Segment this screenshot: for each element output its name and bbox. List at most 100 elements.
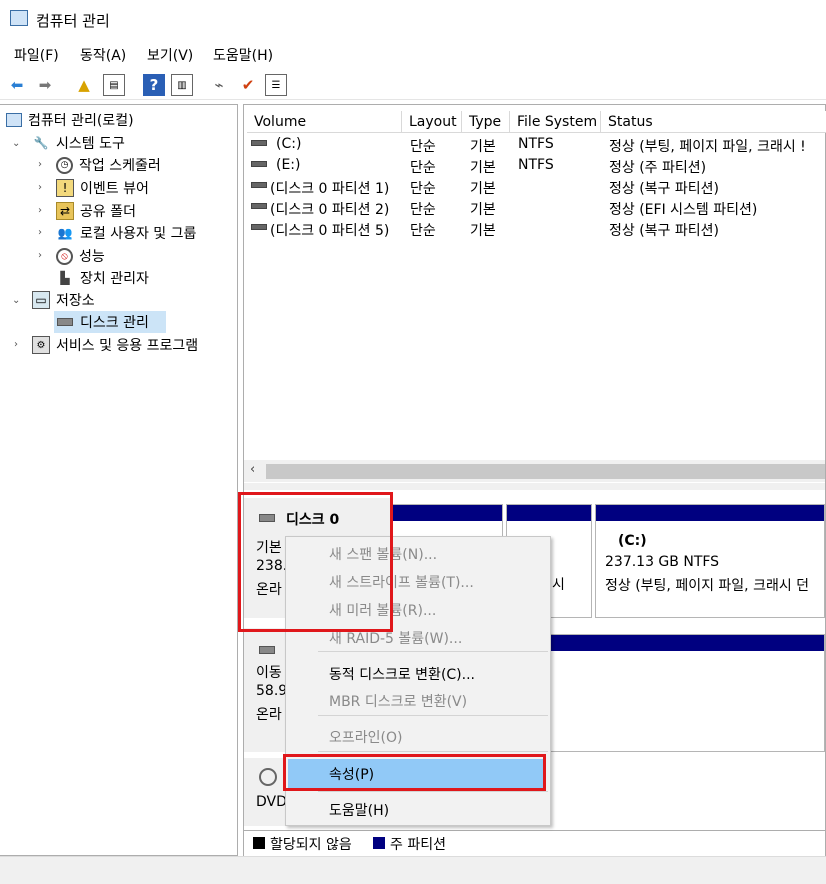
c-partition-block[interactable]: (C:) 237.13 GB NTFS 정상 (부팅, 페이지 파일, 크래시 … [595,504,825,618]
storage-icon: ▭ [32,291,50,309]
chevron-down-icon[interactable]: ⌄ [12,295,20,306]
filesystem-cell: NTFS [518,157,554,173]
column-header-volume[interactable]: Volume [247,111,402,133]
menu-action[interactable]: 동작(A) [80,45,126,65]
menu-item-help[interactable]: 도움말(H) [329,800,389,820]
tree-label: 서비스 및 응용 프로그램 [56,338,199,354]
horizontal-scrollbar[interactable]: ‹ [244,460,825,482]
filesystem-cell: NTFS [518,136,554,152]
tree-item-shared-folders[interactable]: ⇄ 공유 폴더 [56,200,136,222]
type-cell: 기본 [470,223,496,239]
drive-icon [251,140,267,146]
volume-cell: (C:) [276,136,302,152]
layout-cell: 단순 [410,181,436,197]
clock-icon: ◷ [56,156,73,174]
tree-label: 저장소 [56,293,95,309]
column-header-type[interactable]: Type [462,111,510,133]
navigation-tree: 컴퓨터 관리(로컬) ⌄ 🔧 시스템 도구 › ◷ 작업 스케줄러 › ! 이벤… [0,104,238,856]
tree-item-storage[interactable]: ▭ 저장소 [32,289,95,311]
disk0-callout-box [238,492,393,632]
type-cell: 기본 [470,181,496,197]
menu-item-convert-mbr[interactable]: MBR 디스크로 변환(V) [329,691,467,711]
no-entry-icon: ⦸ [56,247,73,265]
drive-icon [251,203,267,209]
connect-icon[interactable]: ⌁ [208,74,230,96]
scrollbar-thumb[interactable] [266,464,825,479]
layout-cell: 단순 [410,160,436,176]
shared-folder-icon: ⇄ [56,202,74,220]
chevron-right-icon[interactable]: › [38,227,42,238]
tree-item-system-tools[interactable]: 🔧 시스템 도구 [32,132,125,154]
column-header-filesystem[interactable]: File System [510,111,601,133]
partition-status: 정상 (부팅, 페이지 파일, 크래시 던 [605,578,810,594]
layout-cell: 단순 [410,223,436,239]
event-log-icon: ! [56,179,74,197]
check-icon[interactable]: ✔ [237,74,259,96]
back-arrow-icon[interactable]: ⬅ [6,74,28,96]
dvd-drive-icon [259,768,277,786]
table-row[interactable]: (E:) 단순 기본 NTFS 정상 (주 파티션) [244,155,826,176]
properties-callout-box [283,754,546,791]
tree-item-event-viewer[interactable]: ! 이벤트 뷰어 [56,177,149,199]
layout-cell: 단순 [410,202,436,218]
menu-item-offline[interactable]: 오프라인(O) [329,727,402,747]
partition-label: (C:) [618,533,647,549]
volume-cell: (디스크 0 파티션 1) [270,181,390,197]
drive-icon [251,182,267,188]
window-title: 컴퓨터 관리 [36,12,110,30]
volume-cell: (디스크 0 파티션 5) [270,223,390,239]
menu-view[interactable]: 보기(V) [147,45,193,65]
help-icon[interactable]: ? [143,74,165,96]
menu-item-convert-dynamic[interactable]: 동적 디스크로 변환(C)... [329,664,475,684]
unallocated-swatch [253,837,265,849]
tree-item-root[interactable]: 컴퓨터 관리(로컬) [6,109,134,131]
forward-arrow-icon[interactable]: ➡ [34,74,56,96]
scroll-left-icon[interactable]: ‹ [250,462,255,477]
menu-bar: 파일(F) 동작(A) 보기(V) 도움말(H) [0,42,826,66]
column-header-layout[interactable]: Layout [402,111,462,133]
chevron-right-icon[interactable]: › [38,159,42,170]
menu-separator [318,651,548,652]
tree-item-services[interactable]: ⚙ 서비스 및 응용 프로그램 [32,334,198,356]
chevron-right-icon[interactable]: › [38,182,42,193]
volume-cell: (E:) [276,157,301,173]
device-manager-icon: ▙ [60,271,70,285]
chevron-right-icon[interactable]: › [38,250,42,261]
tree-item-performance[interactable]: ⦸ 성능 [56,245,105,267]
list-icon[interactable]: ☰ [265,74,287,96]
column-header-status[interactable]: Status [601,111,826,133]
tree-label: 이벤트 뷰어 [80,181,149,197]
pane-divider[interactable] [244,483,825,490]
removable-disk-icon [259,642,275,658]
tree-item-local-users[interactable]: 👥 로컬 사용자 및 그룹 [56,222,197,244]
chevron-right-icon[interactable]: › [14,339,18,350]
type-cell: 기본 [470,202,496,218]
status-bar [0,856,826,884]
disk-icon [56,313,74,331]
chevron-down-icon[interactable]: ⌄ [12,138,20,149]
tree-item-disk-management[interactable]: 디스크 관리 [54,311,166,333]
tree-label: 성능 [79,249,105,265]
action-pane-icon[interactable]: ▥ [171,74,193,96]
menu-help[interactable]: 도움말(H) [213,45,273,65]
table-row[interactable]: (디스크 0 파티션 1) 단순 기본 정상 (복구 파티션) [244,176,826,197]
tree-label: 공유 폴더 [80,204,136,220]
volume-cell: (디스크 0 파티션 2) [270,202,390,218]
status-cell: 정상 (복구 파티션) [609,223,719,239]
tree-item-device-manager[interactable]: ▙ 장치 관리자 [56,267,148,289]
menu-file[interactable]: 파일(F) [14,45,59,65]
chevron-right-icon[interactable]: › [38,205,42,216]
tree-label: 로컬 사용자 및 그룹 [80,226,197,242]
table-row[interactable]: (디스크 0 파티션 5) 단순 기본 정상 (복구 파티션) [244,218,826,239]
tree-item-task-scheduler[interactable]: ◷ 작업 스케줄러 [56,154,161,176]
app-icon [10,10,28,26]
tree-label: 작업 스케줄러 [79,158,161,174]
table-row[interactable]: (C:) 단순 기본 NTFS 정상 (부팅, 페이지 파일, 크래시 ! [244,134,826,155]
dvd-label: DVD [256,794,287,810]
legend-unallocated: 할당되지 않음 [270,837,352,853]
status-cell: 정상 (복구 파티션) [609,181,719,197]
legend: 할당되지 않음 주 파티션 [244,830,825,856]
show-hide-tree-icon[interactable]: ▤ [103,74,125,96]
table-row[interactable]: (디스크 0 파티션 2) 단순 기본 정상 (EFI 시스템 파티션) [244,197,826,218]
up-folder-icon[interactable]: ▲ [73,74,95,96]
